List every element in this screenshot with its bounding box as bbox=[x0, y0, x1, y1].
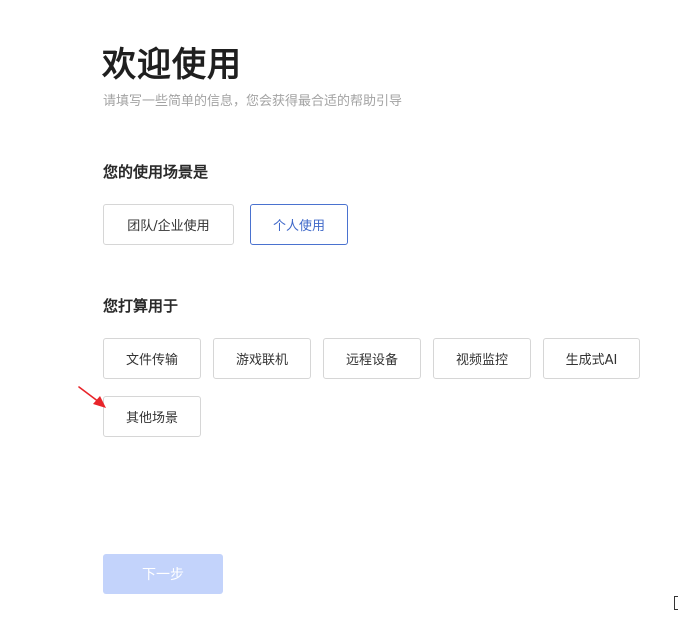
option-game-online[interactable]: 游戏联机 bbox=[213, 338, 311, 379]
option-remote-device[interactable]: 远程设备 bbox=[323, 338, 421, 379]
red-arrow-icon bbox=[78, 386, 106, 408]
usage-scene-question: 您的使用场景是 bbox=[103, 163, 209, 181]
option-personal[interactable]: 个人使用 bbox=[250, 204, 348, 245]
next-step-button[interactable]: 下一步 bbox=[103, 554, 223, 594]
page-subtitle: 请填写一些简单的信息，您会获得最合适的帮助引导 bbox=[103, 94, 403, 109]
edge-bracket-mark bbox=[674, 596, 678, 610]
option-generative-ai[interactable]: 生成式AI bbox=[543, 338, 640, 379]
option-team-enterprise[interactable]: 团队/企业使用 bbox=[103, 204, 234, 245]
option-video-surveillance[interactable]: 视频监控 bbox=[433, 338, 531, 379]
purpose-question: 您打算用于 bbox=[103, 297, 179, 315]
page-title: 欢迎使用 bbox=[102, 45, 242, 85]
option-other-scene[interactable]: 其他场景 bbox=[103, 396, 201, 437]
option-file-transfer[interactable]: 文件传输 bbox=[103, 338, 201, 379]
